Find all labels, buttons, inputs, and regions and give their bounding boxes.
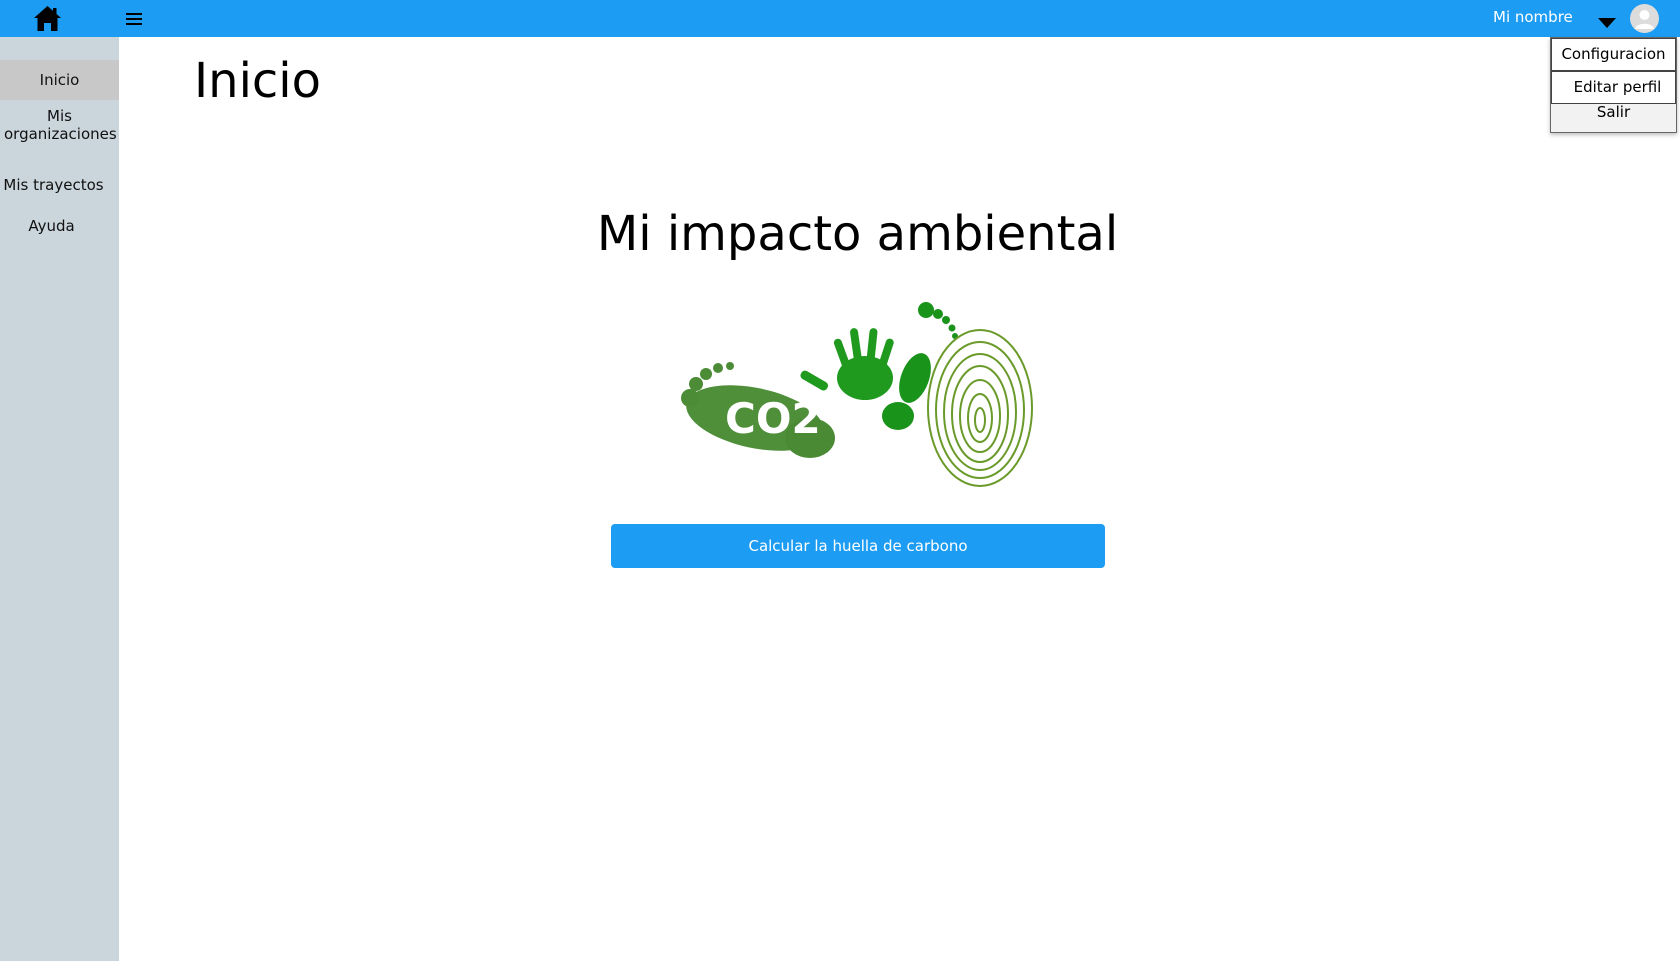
user-avatar-icon[interactable]: [1630, 4, 1659, 33]
sidebar-item-ayuda[interactable]: Ayuda: [0, 217, 111, 235]
hamburger-menu-icon[interactable]: [124, 9, 144, 29]
sidebar-item-label: Ayuda: [28, 217, 75, 235]
sidebar-item-mis-organizaciones[interactable]: Mis organizaciones: [0, 107, 119, 143]
page-title: Inicio: [194, 53, 322, 109]
user-name-label[interactable]: Mi nombre: [1493, 8, 1573, 26]
sidebar-item-mis-trayectos[interactable]: Mis trayectos: [0, 176, 113, 194]
sidebar: Inicio Mis organizaciones Mis trayectos …: [0, 37, 119, 961]
sidebar-item-label: Mis organizaciones: [4, 107, 117, 143]
sidebar-item-inicio[interactable]: Inicio: [0, 60, 119, 100]
sidebar-item-label: Mis trayectos: [3, 176, 104, 194]
impact-heading: Mi impacto ambiental: [596, 206, 1119, 262]
menu-item-salir[interactable]: Salir: [1551, 104, 1676, 130]
caret-down-icon[interactable]: [1596, 14, 1618, 30]
menu-item-configuracion[interactable]: Configuracion: [1551, 38, 1676, 71]
calculate-carbon-footprint-button[interactable]: Calcular la huella de carbono: [611, 524, 1105, 568]
co2-text: CO2: [725, 394, 821, 443]
user-dropdown-menu: Configuracion Editar perfil Salir: [1550, 37, 1677, 133]
handprint-icon: [800, 328, 894, 400]
top-navbar: Mi nombre: [0, 0, 1680, 37]
fingerprint-icon: [927, 329, 1033, 487]
menu-item-editar-perfil[interactable]: Editar perfil: [1551, 71, 1676, 104]
carbon-footprint-illustration: CO2: [670, 298, 1040, 503]
sidebar-item-label: Inicio: [39, 71, 80, 89]
home-icon[interactable]: [33, 5, 62, 32]
